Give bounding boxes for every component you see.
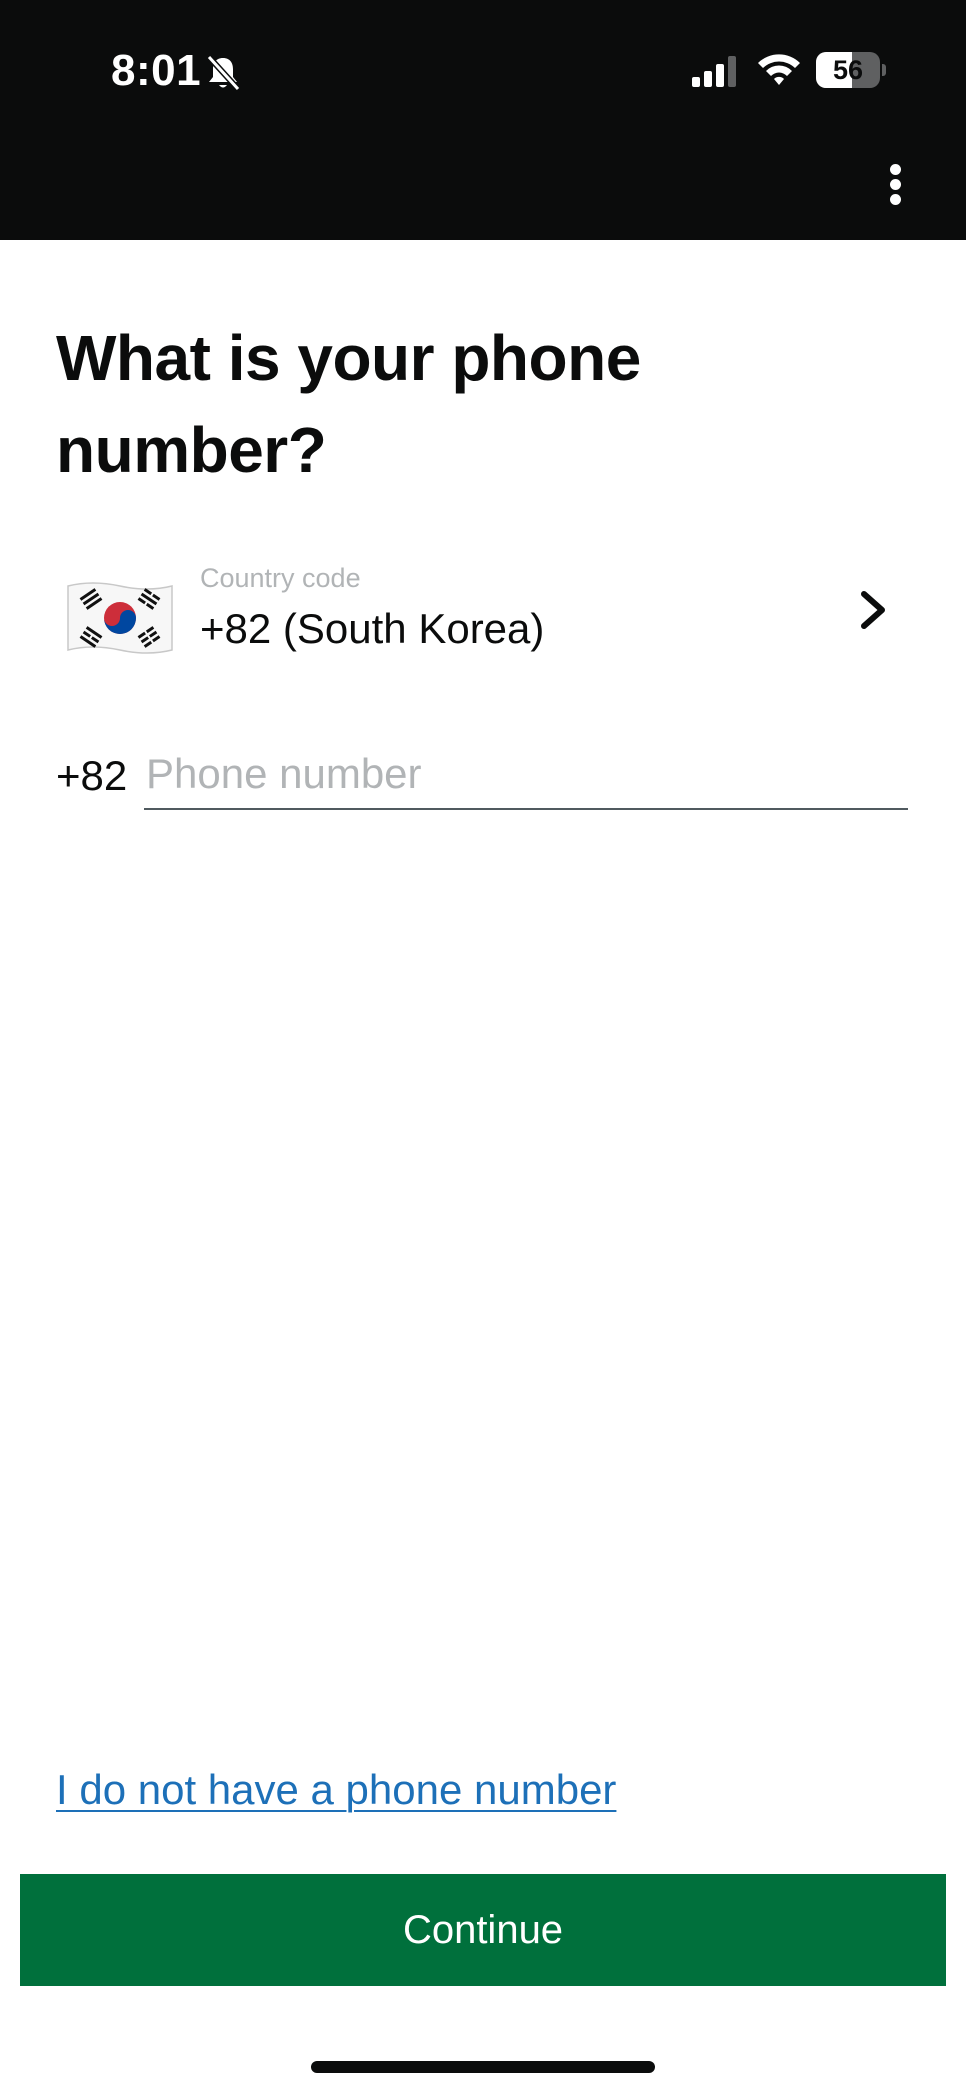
dial-code-prefix: +82 — [56, 752, 128, 799]
more-options-button[interactable] — [876, 156, 916, 212]
status-time: 8:01 — [111, 46, 202, 95]
country-code-label: Country code — [200, 563, 361, 593]
battery-body: 56 — [816, 52, 880, 88]
more-vertical-icon-dot-bottom — [890, 194, 901, 205]
battery-percent: 56 — [832, 55, 864, 85]
more-vertical-icon-dot-middle — [890, 179, 901, 190]
home-indicator — [311, 2061, 655, 2073]
top-bar: 8:01 56 — [0, 0, 966, 240]
page-title: What is your phone number? — [56, 322, 641, 486]
battery-cap — [882, 64, 886, 76]
south-korea-flag-icon — [67, 582, 173, 654]
wifi-icon — [758, 54, 800, 85]
cellular-signal-icon — [692, 56, 736, 87]
battery-indicator: 56 — [816, 52, 886, 88]
more-vertical-icon — [890, 164, 901, 175]
phone-number-input[interactable] — [144, 740, 908, 810]
continue-button[interactable]: Continue — [20, 1874, 946, 1986]
chevron-right-icon — [861, 591, 885, 629]
bell-muted-icon — [206, 54, 241, 92]
no-phone-number-link[interactable]: I do not have a phone number — [56, 1762, 616, 1818]
country-code-value: +82 (South Korea) — [200, 605, 545, 652]
country-code-selector[interactable]: Country code +82 (South Korea) — [56, 552, 916, 672]
